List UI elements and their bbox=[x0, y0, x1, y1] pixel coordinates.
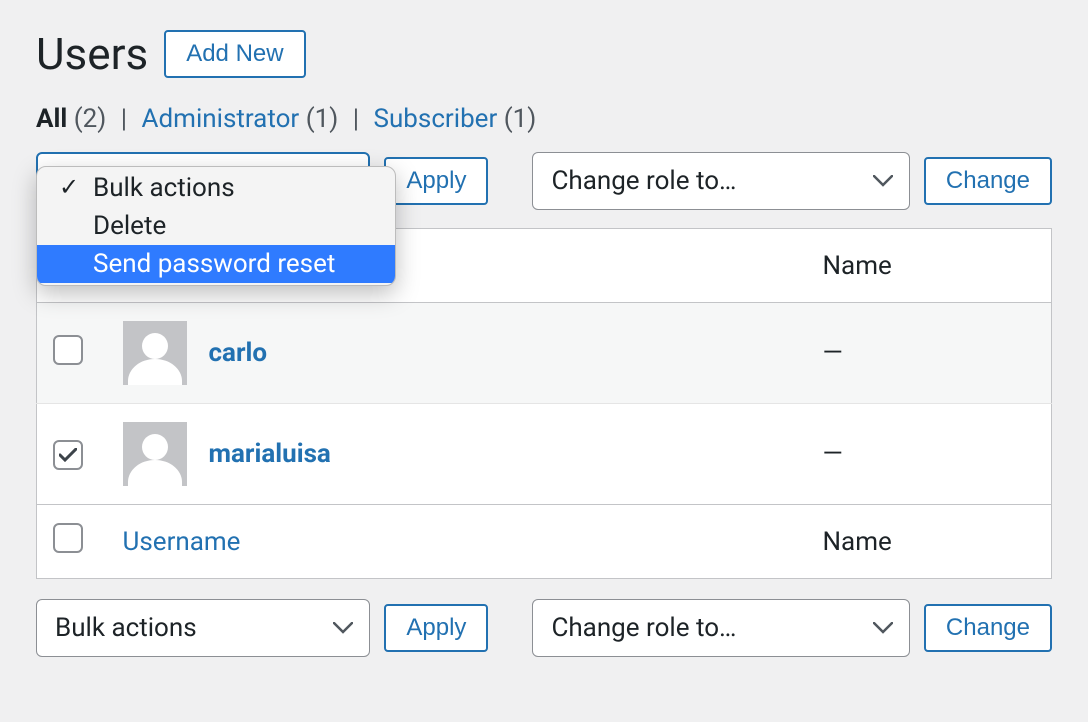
filter-separator: | bbox=[353, 104, 359, 134]
filter-all[interactable]: All (2) bbox=[36, 104, 113, 134]
change-role-select-top[interactable]: Change role to… bbox=[532, 152, 909, 210]
avatar bbox=[123, 321, 187, 385]
change-role-value: Change role to… bbox=[551, 166, 736, 196]
row-checkbox[interactable] bbox=[53, 335, 83, 365]
add-new-button[interactable]: Add New bbox=[164, 30, 305, 78]
change-role-select-bottom[interactable]: Change role to… bbox=[532, 599, 909, 657]
bulk-option-delete[interactable]: Delete bbox=[37, 207, 395, 245]
filter-subscriber[interactable]: Subscriber (1) bbox=[374, 104, 537, 134]
filter-all-count: (2) bbox=[74, 104, 107, 134]
username-link[interactable]: carlo bbox=[209, 338, 268, 368]
name-cell: — bbox=[807, 404, 1052, 505]
page-header: Users Add New bbox=[36, 28, 1052, 80]
column-username-footer[interactable]: Username bbox=[107, 505, 807, 579]
column-name-footer[interactable]: Name bbox=[807, 505, 1052, 579]
bulk-actions-dropdown: Bulk actions Delete Send password reset bbox=[36, 166, 396, 286]
table-row: marialuisa — bbox=[37, 404, 1052, 505]
chevron-down-icon bbox=[873, 622, 893, 634]
page-title: Users bbox=[36, 28, 148, 80]
apply-button-top[interactable]: Apply bbox=[384, 157, 488, 205]
filter-subscriber-count: (1) bbox=[504, 104, 537, 134]
change-role-button-top[interactable]: Change bbox=[924, 157, 1052, 205]
role-filter-bar: All (2) | Administrator (1) | Subscriber… bbox=[36, 104, 1052, 134]
change-role-value: Change role to… bbox=[551, 613, 736, 643]
filter-admin-label: Administrator bbox=[142, 104, 300, 134]
bulk-actions-select-bottom[interactable]: Bulk actions bbox=[36, 599, 370, 657]
avatar bbox=[123, 422, 187, 486]
chevron-down-icon bbox=[873, 175, 893, 187]
bulk-option-bulk-actions[interactable]: Bulk actions bbox=[37, 169, 395, 207]
bulk-actions-value: Bulk actions bbox=[55, 613, 197, 643]
column-name-header[interactable]: Name bbox=[807, 229, 1052, 303]
bottom-toolbar: Bulk actions Apply Change role to… Chang… bbox=[36, 599, 1052, 657]
filter-separator: | bbox=[121, 104, 127, 134]
bulk-option-send-password-reset[interactable]: Send password reset bbox=[37, 245, 395, 283]
table-row: carlo — bbox=[37, 303, 1052, 404]
filter-all-label: All bbox=[36, 104, 67, 134]
change-role-button-bottom[interactable]: Change bbox=[924, 604, 1052, 652]
column-username-label: Username bbox=[123, 527, 241, 557]
filter-admin-count: (1) bbox=[306, 104, 339, 134]
bulk-actions-select-top[interactable]: Bulk actions Bulk actions Delete Send pa… bbox=[36, 152, 370, 210]
row-checkbox[interactable] bbox=[53, 440, 83, 470]
name-cell: — bbox=[807, 303, 1052, 404]
filter-administrator[interactable]: Administrator (1) bbox=[142, 104, 345, 134]
top-toolbar: Bulk actions Bulk actions Delete Send pa… bbox=[36, 152, 1052, 210]
table-footer-row: Username Name bbox=[37, 505, 1052, 579]
select-all-checkbox-bottom[interactable] bbox=[53, 523, 83, 553]
username-link[interactable]: marialuisa bbox=[209, 439, 331, 469]
apply-button-bottom[interactable]: Apply bbox=[384, 604, 488, 652]
filter-subscriber-label: Subscriber bbox=[374, 104, 498, 134]
chevron-down-icon bbox=[333, 622, 353, 634]
